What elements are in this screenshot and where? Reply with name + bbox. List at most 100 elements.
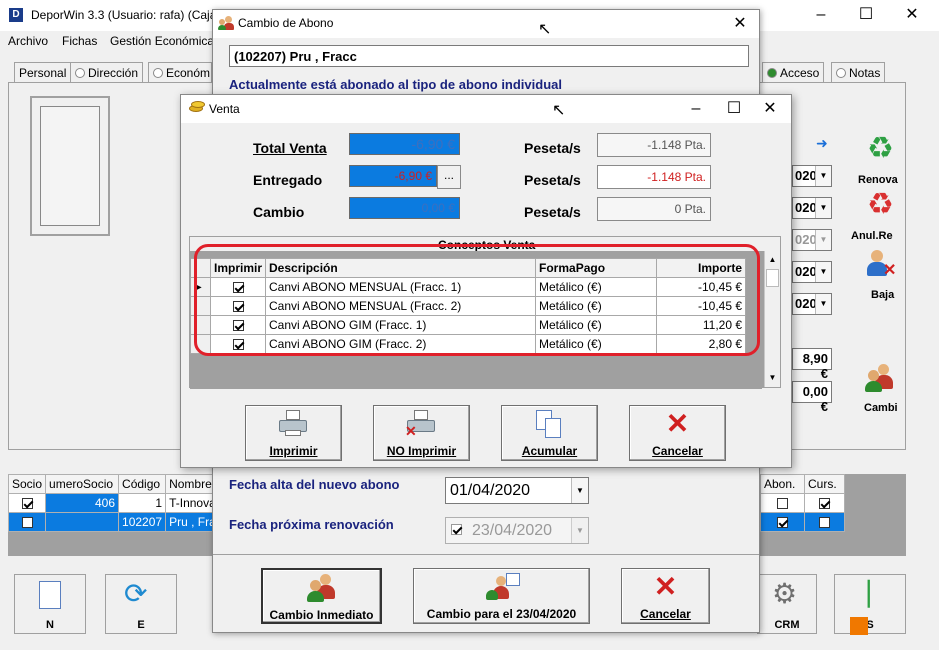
refresh-icon: ⟳ — [124, 578, 148, 609]
crm-button[interactable]: ⚙ CRM — [757, 574, 817, 634]
entregado-label: Entregado — [253, 172, 323, 188]
arrow-right-icon[interactable]: ➜ — [816, 135, 828, 152]
chevron-down-icon: ▼ — [815, 230, 831, 250]
tab-economico[interactable]: Económ — [148, 62, 212, 82]
abono-status-text: Actualmente está abonado al tipo de abon… — [229, 77, 562, 92]
radio-icon — [836, 68, 846, 78]
col-socio[interactable]: Socio — [7, 474, 47, 494]
numero-socio-cell[interactable]: 406 — [45, 493, 120, 513]
fecha-alta-picker[interactable]: 01/04/2020 ▼ — [445, 477, 589, 504]
venta-close-button[interactable]: ✕ — [751, 95, 789, 123]
combo-year-1[interactable]: 020 ▼ — [792, 165, 832, 187]
combo-year-5-value: 020 — [795, 296, 817, 311]
scroll-up-icon[interactable]: ▲ — [765, 253, 780, 267]
codigo-cell[interactable]: 102207 — [118, 512, 167, 532]
checkbox[interactable] — [777, 498, 788, 510]
socio-checkbox-cell[interactable] — [7, 512, 47, 532]
menu-fichas[interactable]: Fichas — [62, 34, 97, 48]
tab-direccion[interactable]: Dirección — [70, 62, 144, 82]
cambio-close-button[interactable]: ✕ — [721, 10, 759, 38]
tab-acceso[interactable]: Acceso — [762, 62, 825, 82]
socio-checkbox-cell[interactable] — [7, 493, 47, 513]
minimize-button[interactable]: – — [798, 0, 844, 31]
venta-maximize-button[interactable]: ☐ — [715, 95, 753, 123]
conceptos-scrollbar[interactable]: ▲ ▼ — [764, 251, 780, 387]
users-icon — [218, 16, 234, 30]
menu-gestion[interactable]: Gestión Económica — [110, 34, 214, 48]
combo-year-3-value: 020 — [795, 232, 817, 247]
col-abon[interactable]: Abon. — [760, 474, 805, 494]
table-row[interactable] — [760, 493, 845, 513]
combo-year-5[interactable]: 020 ▼ — [792, 293, 832, 315]
acumular-button[interactable]: Acumular — [501, 405, 598, 461]
highlight-annotation — [194, 244, 760, 356]
cambio-inmediato-button[interactable]: Cambio Inmediato — [261, 568, 382, 624]
amount-field-1[interactable]: 8,90 € — [792, 348, 832, 381]
curs-cell[interactable] — [804, 512, 845, 532]
menu-archivo[interactable]: Archivo — [8, 34, 48, 48]
fecha-alta-label: Fecha alta del nuevo abono — [229, 477, 400, 492]
codigo-cell[interactable]: 1 — [118, 493, 167, 513]
abon-cell[interactable] — [760, 512, 805, 532]
cambio-side-button[interactable]: Cambi — [855, 360, 910, 418]
entregado-more-button[interactable]: ... — [437, 165, 461, 189]
users-icon — [307, 574, 339, 602]
scroll-thumb[interactable] — [766, 269, 779, 287]
combo-year-3[interactable]: 020 ▼ — [792, 229, 832, 251]
close-button[interactable]: ✕ — [889, 0, 935, 31]
running-man-icon: ❘ — [857, 576, 881, 607]
col-numero-socio[interactable]: umeroSocio — [45, 474, 120, 494]
tab-personal[interactable]: Personal — [14, 62, 72, 82]
checkbox[interactable] — [451, 524, 462, 535]
nuevo-button[interactable]: N — [14, 574, 86, 634]
checkbox[interactable] — [21, 517, 33, 529]
numero-socio-cell[interactable] — [45, 512, 120, 532]
salir-label: S — [866, 619, 874, 631]
venta-minimize-button[interactable]: – — [677, 95, 715, 123]
table-row-selected[interactable]: 102207 Pru , Fra — [7, 512, 220, 532]
cambio-cancelar-button[interactable]: ✕ Cancelar — [621, 568, 710, 624]
curs-cell[interactable] — [804, 493, 845, 513]
renovar-button[interactable]: ♻ Renova — [850, 130, 910, 188]
fecha-alta-value: 01/04/2020 — [450, 482, 531, 499]
editar-button[interactable]: ⟳ E — [105, 574, 177, 634]
cambio-label: Cambio — [253, 204, 305, 220]
checkbox[interactable] — [819, 517, 830, 529]
table-row[interactable]: 406 1 T-Innova — [7, 493, 220, 513]
col-curs[interactable]: Curs. — [804, 474, 845, 494]
fecha-renovacion-picker[interactable]: 23/04/2020 ▼ — [445, 517, 589, 544]
recycle-icon: ♻ — [867, 132, 894, 165]
chevron-down-icon: ▼ — [815, 294, 831, 314]
entregado-field[interactable]: -6,90 € — [349, 165, 437, 187]
baja-button[interactable]: ✕ Baja — [855, 246, 910, 304]
abon-cell[interactable] — [760, 493, 805, 513]
socio-field[interactable]: (102207) Pru , Fracc — [229, 45, 749, 67]
peseta-label-2: Peseta/s — [524, 172, 581, 188]
scroll-down-icon[interactable]: ▼ — [765, 371, 780, 385]
anular-renovacion-button[interactable]: ♻ Anul.Re — [848, 188, 910, 246]
checkbox[interactable] — [819, 498, 830, 510]
grid-header-row: Socio umeroSocio Código Nombre — [7, 474, 220, 494]
checkbox[interactable] — [21, 498, 33, 510]
pta-total-field: -1.148 Pta. — [597, 133, 711, 157]
cambio-para-button[interactable]: Cambio para el 23/04/2020 — [413, 568, 590, 624]
imprimir-button[interactable]: Imprimir — [245, 405, 342, 461]
maximize-button[interactable]: ☐ — [843, 0, 889, 31]
main-title: DeporWin 3.3 (Usuario: rafa) (Caja — [31, 8, 217, 22]
venta-dialog: Venta – ☐ ✕ Total Venta -6,90 € Peseta/s… — [180, 94, 792, 468]
table-row-selected[interactable] — [760, 512, 845, 532]
no-imprimir-button[interactable]: ✕ NO Imprimir — [373, 405, 470, 461]
pta-entregado-field[interactable]: -1.148 Pta. — [597, 165, 711, 189]
chevron-down-icon[interactable]: ▼ — [571, 478, 588, 503]
close-icon: ✕ — [665, 408, 690, 439]
col-codigo[interactable]: Código — [118, 474, 167, 494]
combo-year-4[interactable]: 020 ▼ — [792, 261, 832, 283]
salir-button[interactable]: ❘ S — [834, 574, 906, 634]
peseta-label-1: Peseta/s — [524, 140, 581, 156]
venta-cancelar-button[interactable]: ✕ Cancelar — [629, 405, 726, 461]
checkbox[interactable] — [777, 517, 788, 529]
amount-field-2[interactable]: 0,00 € — [792, 381, 832, 414]
combo-year-2[interactable]: 020 ▼ — [792, 197, 832, 219]
tab-notas[interactable]: Notas — [831, 62, 886, 82]
recycle-red-icon: ♻ — [867, 188, 894, 221]
